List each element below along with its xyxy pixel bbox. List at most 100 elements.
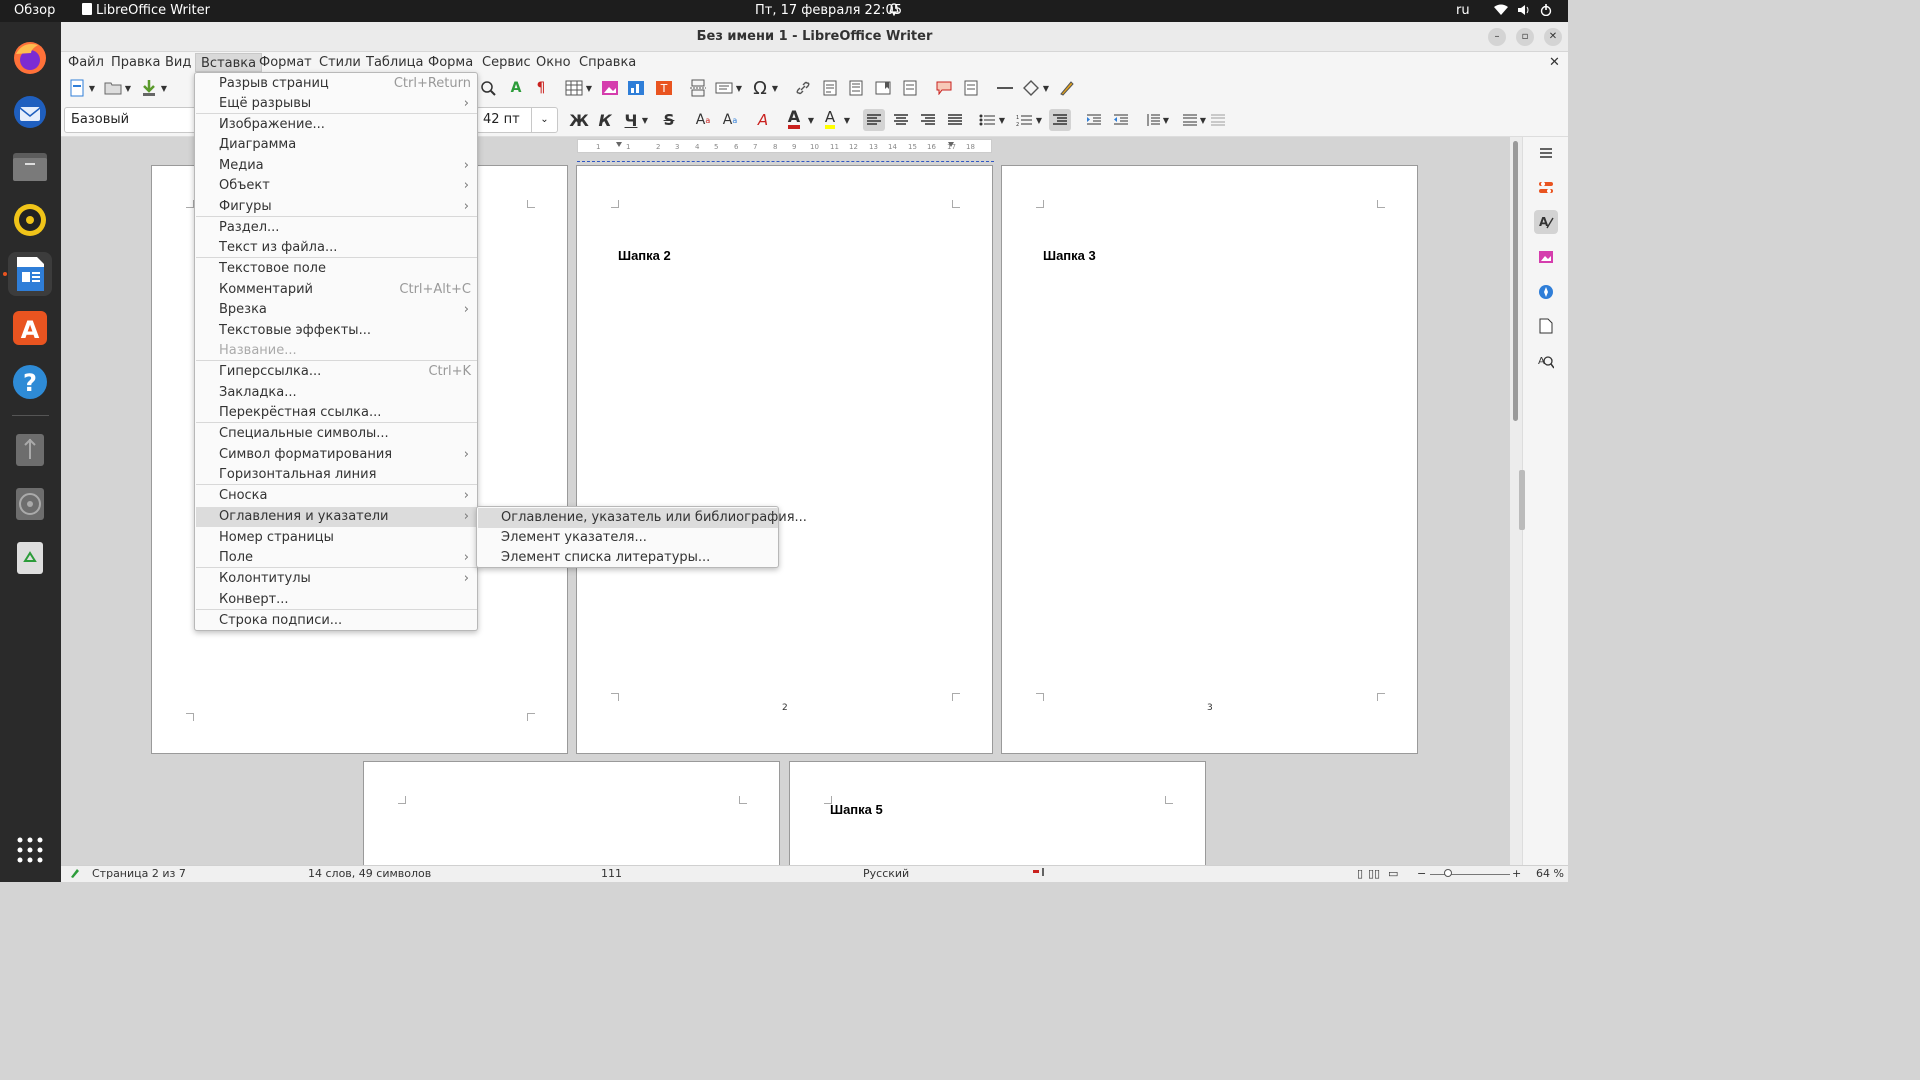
chevron-down-icon[interactable]: ▼ [639,109,651,131]
menu-form[interactable]: Форма [423,53,478,72]
chevron-down-icon[interactable]: ▼ [1160,109,1172,131]
chevron-down-icon[interactable]: ▼ [1040,77,1052,99]
signature-status-icon[interactable] [69,867,81,882]
zoom-out-icon[interactable]: − [1417,867,1426,880]
minimize-icon[interactable]: – [1488,28,1506,46]
insert-mode-icon[interactable] [1033,867,1047,880]
menu-table[interactable]: Таблица [361,53,429,72]
chevron-down-icon[interactable]: ▼ [841,109,853,131]
page-3[interactable]: Шапка 3 3 [1001,165,1418,754]
menu-file[interactable]: Файл [63,53,109,72]
paragraph-style-combo[interactable]: Базовый [64,107,199,133]
activities-button[interactable]: Обзор [14,3,55,18]
menu-insert[interactable]: Вставка [195,53,263,72]
chevron-down-icon[interactable]: ▼ [122,77,134,99]
bullet-list-icon[interactable] [976,109,998,131]
maximize-icon[interactable]: ▫ [1516,28,1534,46]
chevron-down-icon[interactable]: ▼ [996,109,1008,131]
insert-chart-icon[interactable] [625,77,647,99]
italic-icon[interactable]: К [594,109,616,131]
submenu-item-index-entry[interactable]: Элемент указателя... [478,528,778,548]
chevron-down-icon[interactable]: ▼ [158,77,170,99]
page-2[interactable]: Шапка 2 2 [576,161,994,754]
page-heading[interactable]: Шапка 2 [618,248,671,263]
chevron-down-icon[interactable]: ▼ [733,77,745,99]
page-icon[interactable] [1534,314,1558,338]
disc-icon[interactable] [8,482,52,526]
properties-icon[interactable] [1534,176,1558,200]
menu-item-text-box[interactable]: Текстовое поле [196,259,477,279]
page-style[interactable]: 111 [601,867,622,880]
decrease-spacing-icon[interactable] [1207,109,1229,131]
hyperlink-icon[interactable] [792,77,814,99]
zoom-slider-handle[interactable] [1444,869,1452,877]
trash-icon[interactable] [8,536,52,580]
text-language[interactable]: Русский [863,867,909,880]
clear-formatting-icon[interactable]: A [752,109,774,131]
submenu-item-bibliography-entry[interactable]: Элемент списка литературы... [478,548,778,568]
menu-item-signature-line[interactable]: Строка подписи... [196,611,477,631]
draw-function-icon[interactable] [1056,77,1078,99]
chevron-down-icon[interactable]: ▼ [1033,109,1045,131]
submenu-item-toc[interactable]: Оглавление, указатель или библиография..… [478,508,807,528]
app-grid-icon[interactable] [8,828,52,872]
menu-item-page-number[interactable]: Номер страницы [196,528,477,548]
menu-item-comment[interactable]: Комментарий Ctrl+Alt+C [196,280,477,300]
menu-item-envelope[interactable]: Конверт... [196,590,477,610]
keyboard-layout[interactable]: ru [1456,3,1470,18]
horizontal-ruler[interactable]: 1123 4567 8 9 10 11 12 13 14 15 16 17 18 [577,139,992,153]
footnote-icon[interactable] [819,77,841,99]
zoom-icon[interactable] [477,77,499,99]
comment-icon[interactable] [933,77,955,99]
endnote-icon[interactable] [845,77,867,99]
help-icon[interactable]: ? [8,360,52,404]
menu-item-more-breaks[interactable]: Ещё разрывы › [196,94,477,114]
numbered-list-icon[interactable]: 12 [1013,109,1035,131]
close-document-icon[interactable]: ✕ [1544,53,1565,72]
spellcheck-icon[interactable]: A [505,77,527,99]
usb-drive-icon[interactable] [8,428,52,472]
subscript-icon[interactable]: Aa [719,109,741,131]
window-titlebar[interactable]: Без имени 1 - LibreOffice Writer – ▫ ✕ [61,22,1568,52]
menu-item-formatting-mark[interactable]: Символ форматирования › [196,445,477,465]
navigator-icon[interactable] [1534,280,1558,304]
insert-field-icon[interactable] [713,77,735,99]
thunderbird-icon[interactable] [8,90,52,134]
menu-item-bookmark[interactable]: Закладка... [196,383,477,403]
menu-edit[interactable]: Правка [106,53,165,72]
files-icon[interactable] [8,144,52,188]
align-center-icon[interactable] [890,109,912,131]
single-page-view-icon[interactable]: ▯ [1357,867,1363,880]
align-left-icon[interactable] [863,109,885,131]
page-heading[interactable]: Шапка 5 [830,802,883,817]
chevron-down-icon[interactable]: ▼ [86,77,98,99]
gallery-icon[interactable] [1534,245,1558,269]
rhythmbox-icon[interactable] [8,198,52,242]
styles-icon[interactable]: A [1534,210,1558,234]
horizontal-line-icon[interactable] [994,77,1016,99]
power-icon[interactable] [1540,4,1552,20]
outline-format-icon[interactable] [1049,109,1071,131]
menu-styles[interactable]: Стили [314,53,366,72]
menu-item-page-break[interactable]: Разрыв страниц Ctrl+Return [196,74,477,94]
menu-item-field[interactable]: Поле › [196,548,477,568]
app-menu[interactable]: LibreOffice Writer [82,3,210,18]
justify-icon[interactable] [944,109,966,131]
increase-indent-icon[interactable] [1083,109,1105,131]
bold-icon[interactable]: Ж [568,109,590,131]
menu-item-footnote[interactable]: Сноска › [196,486,477,506]
menu-item-media[interactable]: Медиа › [196,156,477,176]
menu-item-horizontal-line[interactable]: Горизонтальная линия [196,465,477,485]
menu-format[interactable]: Формат [254,53,317,72]
word-count[interactable]: 14 слов, 49 символов [308,867,431,880]
close-icon[interactable]: ✕ [1544,28,1562,46]
menu-item-fontwork[interactable]: Текстовые эффекты... [196,321,477,341]
highlight-color-icon[interactable]: A [819,108,841,130]
open-folder-icon[interactable] [102,77,124,99]
menu-item-hyperlink[interactable]: Гиперссылка... Ctrl+K [196,362,477,382]
writer-icon[interactable] [8,252,52,296]
insert-table-icon[interactable] [563,77,585,99]
wifi-icon[interactable] [1494,4,1508,20]
menu-item-cross-reference[interactable]: Перекрёстная ссылка... [196,403,477,423]
zoom-in-icon[interactable]: + [1512,867,1521,880]
